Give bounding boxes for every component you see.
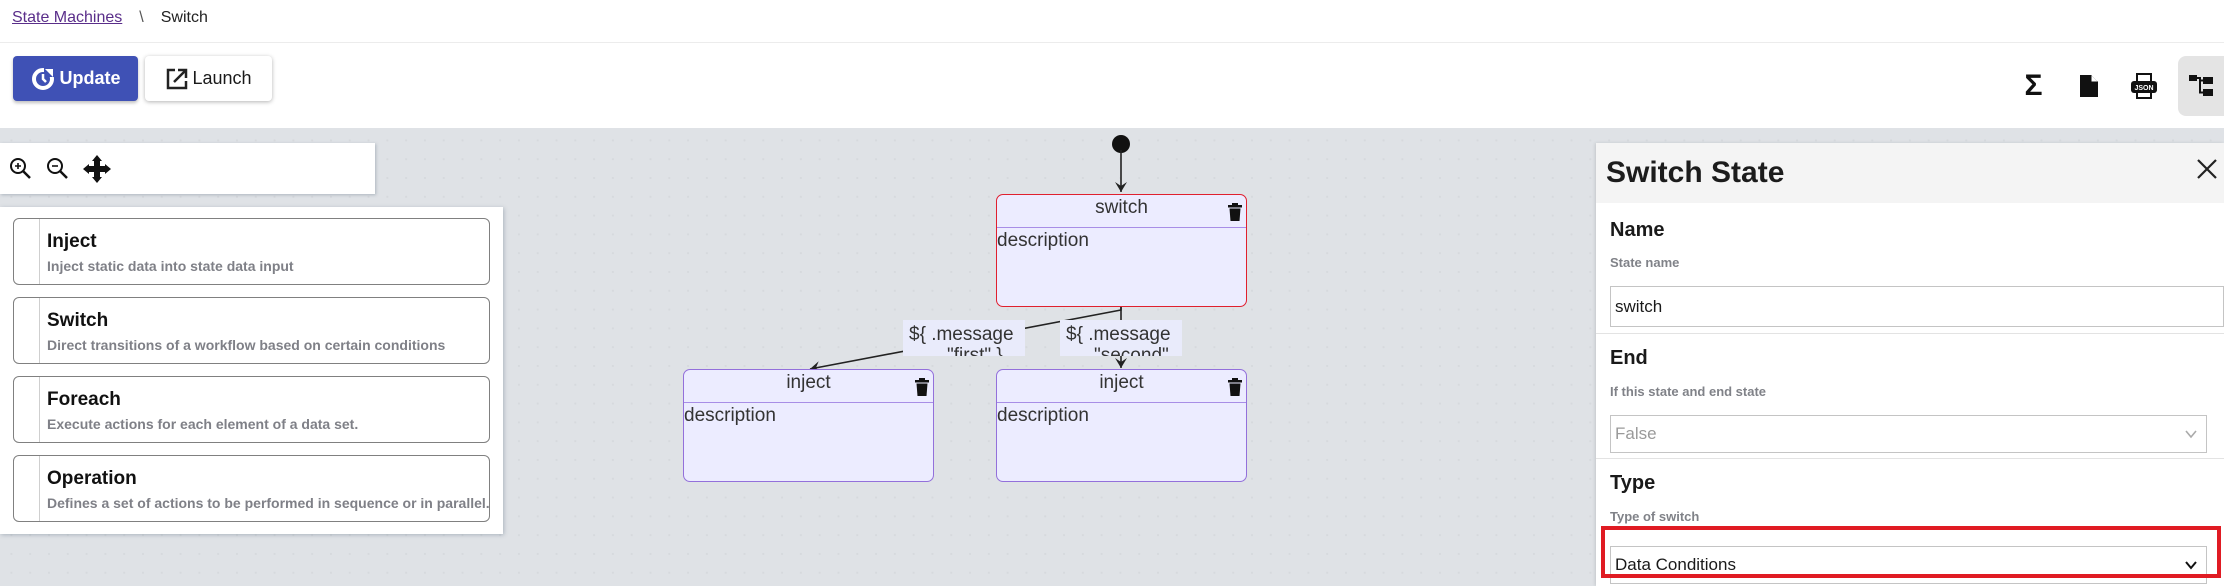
palette-item-foreach[interactable]: Foreach Execute actions for each element… [13, 376, 490, 443]
print-json-button[interactable]: JSON [2116, 56, 2171, 116]
field-label: State name [1610, 255, 1680, 270]
header-divider [0, 42, 2224, 43]
edge-label-line: "first" } [947, 345, 1003, 356]
switch-type-value: Data Conditions [1615, 555, 1736, 574]
end-state-value: False [1615, 424, 1657, 443]
palette-item-title: Inject [47, 231, 97, 252]
node-description: description [684, 405, 776, 426]
trash-icon[interactable] [915, 378, 929, 401]
breadcrumb-state-machines-link[interactable]: State Machines [12, 9, 122, 27]
edge-label-line: ${ .message [1066, 324, 1171, 345]
field-label: If this state and end state [1610, 384, 1767, 399]
zoom-in-icon[interactable] [8, 156, 34, 182]
chevron-down-icon [2185, 430, 2197, 439]
end-state-select[interactable]: False [1610, 415, 2207, 453]
tree-diagram-button[interactable] [2178, 56, 2224, 116]
palette-item-title: Switch [47, 310, 109, 331]
close-icon[interactable] [2196, 158, 2218, 185]
palette-item-title: Operation [47, 468, 137, 489]
trash-icon[interactable] [1228, 203, 1242, 226]
chevron-down-icon [2185, 561, 2197, 570]
sigma-button[interactable]: Σ [2006, 56, 2061, 116]
trash-icon[interactable] [1228, 378, 1242, 401]
section-type: Type Type of switch Data Conditions [1596, 459, 2224, 586]
state-node-inject-1[interactable]: inject description [683, 369, 934, 482]
node-description: description [997, 405, 1089, 426]
field-label: Type of switch [1610, 509, 1700, 524]
edge-label-line: ${ .message [909, 324, 1014, 345]
edge-label-second[interactable]: ${ .message "second" [1060, 320, 1182, 356]
palette-item-description: Inject static data into state data input [47, 258, 294, 274]
palette-item-title: Foreach [47, 389, 121, 410]
state-name-value: switch [1615, 296, 1663, 316]
palette-item-switch[interactable]: Switch Direct transitions of a workflow … [13, 297, 490, 364]
panel-title: Switch State [1606, 156, 1785, 189]
breadcrumb-separator: \ [139, 9, 144, 26]
palette-item-description: Direct transitions of a workflow based o… [47, 337, 446, 353]
file-button[interactable] [2061, 56, 2116, 116]
node-description: description [997, 230, 1089, 251]
print-json-icon: JSON [2130, 73, 2157, 99]
palette-item-operation[interactable]: Operation Defines a set of actions to be… [13, 455, 490, 522]
section-end: End If this state and end state False [1596, 334, 2224, 459]
node-title: switch [997, 195, 1246, 228]
file-icon [2079, 75, 2098, 97]
update-button[interactable]: Update [13, 56, 138, 101]
update-label: Update [59, 68, 121, 88]
edge-label-first[interactable]: ${ .message "first" } [903, 320, 1025, 356]
palette-item-inject[interactable]: Inject Inject static data into state dat… [13, 218, 490, 285]
refresh-icon [30, 66, 59, 92]
section-title: End [1610, 347, 1648, 369]
state-properties-panel: Switch State Name State name switch End … [1596, 143, 2224, 586]
zoom-controls [0, 143, 375, 194]
state-node-inject-2[interactable]: inject description [996, 369, 1247, 482]
move-icon[interactable] [82, 154, 112, 184]
zoom-out-icon[interactable] [45, 156, 71, 182]
svg-text:JSON: JSON [2134, 85, 2153, 92]
state-node-switch[interactable]: switch description [996, 194, 1247, 307]
section-title: Type [1610, 472, 1656, 494]
view-toolbar: Σ JSON [2006, 56, 2224, 116]
sigma-icon: Σ [2024, 69, 2043, 102]
tree-diagram-icon [2189, 75, 2213, 96]
palette-item-description: Execute actions for each element of a da… [47, 416, 359, 432]
panel-header: Switch State [1596, 143, 2224, 203]
external-link-icon [165, 67, 192, 91]
launch-button[interactable]: Launch [145, 56, 272, 101]
section-name: Name State name switch [1596, 203, 2224, 334]
state-palette: Inject Inject static data into state dat… [0, 207, 503, 534]
breadcrumb: State Machines \ Switch [12, 9, 208, 27]
switch-type-select[interactable]: Data Conditions [1610, 546, 2207, 584]
palette-item-description: Defines a set of actions to be performed… [47, 495, 490, 511]
section-title: Name [1610, 219, 1665, 241]
launch-label: Launch [192, 68, 252, 88]
node-title: inject [997, 370, 1246, 403]
edge-label-line: "second" [1094, 345, 1169, 356]
state-name-input[interactable]: switch [1610, 286, 2224, 327]
node-title: inject [684, 370, 933, 403]
breadcrumb-current: Switch [160, 9, 208, 26]
